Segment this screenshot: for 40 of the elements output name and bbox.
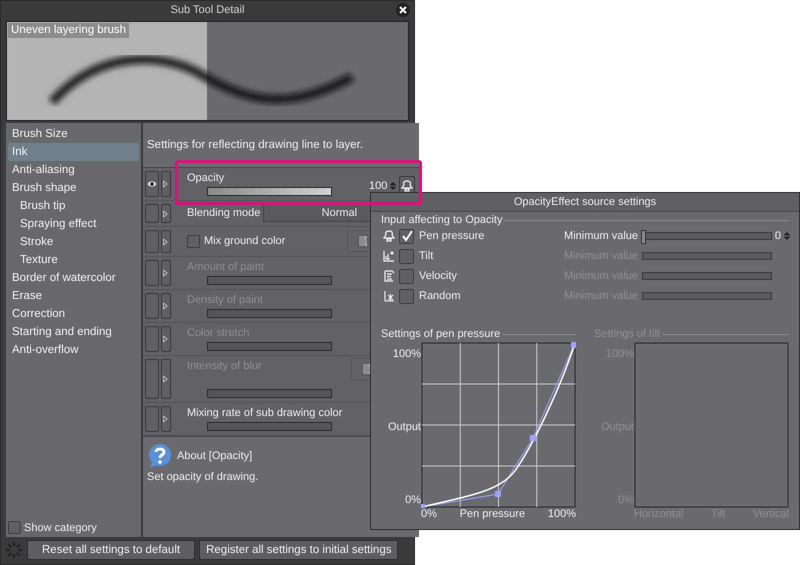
checkbox-label: Show category [24, 522, 97, 534]
input-label: Velocity [419, 270, 458, 282]
axis-label: Pen pressure [460, 508, 526, 520]
axis-label: 100% [392, 348, 421, 360]
input-label: Tilt [419, 250, 434, 262]
value-text: 100 [369, 180, 388, 192]
brush-name: Uneven layering brush [8, 23, 130, 38]
axis-label: 100% [548, 508, 576, 520]
value-text: 0 [774, 230, 781, 242]
category-item[interactable]: Anti-aliasing [8, 161, 139, 179]
category-item[interactable]: Texture [8, 251, 139, 269]
panel-title: OpacityEffect source settings [371, 193, 799, 212]
window-title: Sub Tool Detail [170, 4, 244, 16]
category-item[interactable]: Anti-overflow [8, 341, 139, 359]
category-item[interactable]: Starting and ending [8, 323, 139, 341]
info-title: About [Opacity] [177, 450, 252, 462]
property-label: Opacity [187, 171, 224, 185]
minimum-value-label: Minimum value [563, 230, 638, 242]
input-label: Pen pressure [419, 230, 486, 242]
category-item[interactable]: Brush Size [8, 125, 139, 143]
category-item[interactable]: Correction [8, 305, 139, 323]
category-item[interactable]: Border of watercolor [8, 269, 139, 287]
category-item[interactable]: Stroke [8, 233, 139, 251]
input-label: Random [419, 290, 462, 302]
category-item[interactable]: Spraying effect [8, 215, 139, 233]
axis-label: Output [388, 421, 421, 433]
property-label: Mixing rate of sub drawing color [187, 406, 342, 420]
category-item[interactable]: Ink [8, 143, 139, 161]
category-item[interactable]: Brush shape [8, 179, 139, 197]
property-label: Mix ground color [204, 234, 286, 248]
axis-label: 0% [421, 508, 437, 520]
info-text: Set opacity of drawing. [147, 471, 260, 483]
reset-button[interactable]: Reset all settings to default [27, 540, 196, 560]
axis-label: 0% [405, 494, 421, 506]
category-item[interactable]: Erase [8, 287, 139, 305]
description-text: Settings for reflecting drawing line to layer. [146, 138, 364, 153]
register-button[interactable]: Register all settings to initial settings [199, 540, 398, 560]
category-item[interactable]: Brush tip [8, 197, 139, 215]
graph-title: Settings of pen pressure [381, 328, 500, 340]
property-label: Blending mode [187, 206, 260, 220]
